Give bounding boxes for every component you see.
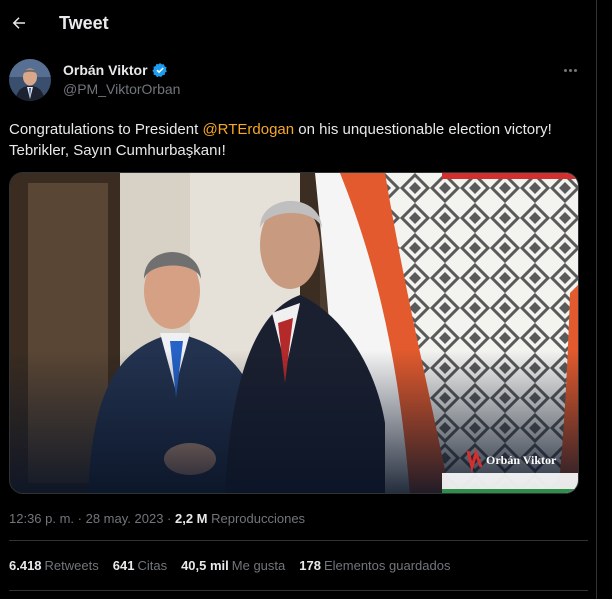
quotes-label: Citas bbox=[137, 558, 168, 573]
avatar-image bbox=[9, 59, 51, 101]
photo-illustration: Orbán Viktor bbox=[10, 173, 578, 493]
tweet-time[interactable]: 12:36 p. m. bbox=[9, 511, 74, 526]
tweet-stats: 6.418 Retweets 641 Citas 40,5 mil Me gusta … bbox=[9, 558, 450, 573]
likes-count: 40,5 mil bbox=[181, 558, 229, 573]
likes-label: Me gusta bbox=[231, 558, 286, 573]
divider bbox=[9, 590, 588, 591]
tweet-text-part: Congratulations to President bbox=[9, 121, 203, 138]
photo-watermark: Orbán Viktor bbox=[486, 453, 557, 467]
avatar[interactable] bbox=[9, 59, 51, 101]
more-options-button[interactable] bbox=[560, 62, 580, 78]
retweets-stat[interactable]: 6.418 Retweets bbox=[9, 558, 99, 573]
meta-separator: · bbox=[163, 511, 175, 526]
back-button[interactable] bbox=[8, 9, 30, 37]
views-label: Reproducciones bbox=[207, 511, 306, 526]
retweets-label: Retweets bbox=[44, 558, 99, 573]
verified-badge-icon bbox=[151, 63, 167, 78]
bookmarks-stat[interactable]: 178 Elementos guardados bbox=[299, 558, 450, 573]
quotes-count: 641 bbox=[112, 558, 135, 573]
author-handle[interactable]: @PM_ViktorOrban bbox=[63, 81, 180, 97]
tweet-date[interactable]: 28 may. 2023 bbox=[86, 511, 164, 526]
more-dot-icon bbox=[563, 68, 567, 72]
mention-link[interactable]: @RTErdogan bbox=[202, 121, 294, 138]
arrow-left-icon bbox=[12, 17, 25, 29]
more-dot-icon bbox=[568, 68, 572, 72]
tweet-text: Congratulations to President @RTErdogan … bbox=[9, 119, 589, 161]
more-dot-icon bbox=[573, 68, 577, 72]
quotes-stat[interactable]: 641 Citas bbox=[113, 558, 167, 573]
tweet-text-line2: Tebrikler, Sayın Cumhurbaşkanı! bbox=[9, 142, 226, 159]
divider bbox=[9, 540, 588, 541]
tweet-photo[interactable]: Orbán Viktor bbox=[9, 172, 579, 494]
tweet-meta: 12:36 p. m. · 28 may. 2023 · 2,2 M Repro… bbox=[9, 511, 305, 526]
author-name[interactable]: Orbán Viktor bbox=[63, 62, 168, 78]
column-border bbox=[596, 0, 597, 599]
views-count: 2,2 M bbox=[174, 511, 208, 526]
meta-separator: · bbox=[74, 511, 86, 526]
page-header: Tweet bbox=[0, 0, 596, 46]
bookmarks-count: 178 bbox=[299, 558, 321, 573]
retweets-count: 6.418 bbox=[9, 558, 42, 573]
author-name-text: Orbán Viktor bbox=[63, 62, 148, 78]
likes-stat[interactable]: 40,5 mil Me gusta bbox=[181, 558, 285, 573]
bookmarks-label: Elementos guardados bbox=[323, 558, 451, 573]
tweet-text-part: on his unquestionable election victory! bbox=[294, 121, 552, 138]
page-title: Tweet bbox=[59, 13, 109, 33]
